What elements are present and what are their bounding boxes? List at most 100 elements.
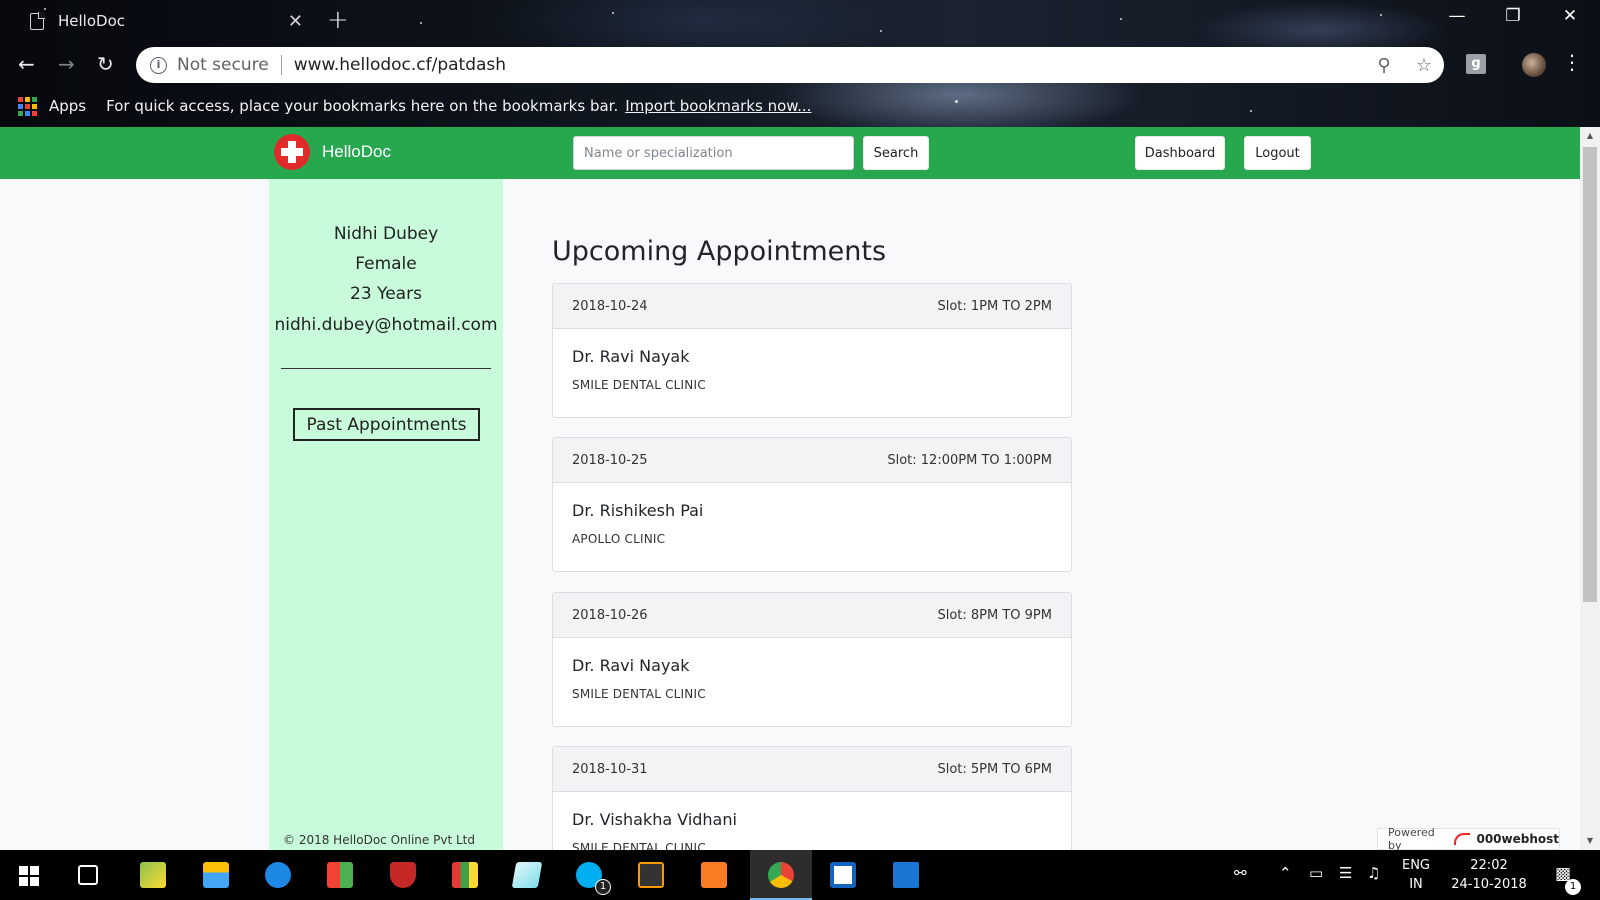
bookmarks-hint: For quick access, place your bookmarks h… [106,97,619,115]
apps-bookmark[interactable]: Apps [49,97,86,115]
wifi-icon[interactable]: ☰ [1339,864,1352,882]
tray-chevron-icon[interactable]: ⌃ [1279,864,1292,882]
powered-by-badge[interactable]: Powered by 000webhost [1377,826,1560,852]
appointment-slot: Slot: 8PM TO 9PM [937,607,1052,623]
appointment-date: 2018-10-25 [572,452,648,468]
notification-badge: 1 [1565,879,1581,895]
xampp-icon[interactable] [701,862,727,888]
back-icon[interactable]: ← [18,52,35,76]
sublime-text-icon[interactable] [638,862,664,888]
scroll-down-icon[interactable]: ▼ [1580,836,1600,845]
search-button[interactable]: Search [863,136,929,170]
brand-logo[interactable]: HelloDoc [274,134,391,170]
apps-icon[interactable] [18,96,37,116]
reload-icon[interactable]: ↻ [97,52,114,76]
bookmark-star-icon[interactable]: ☆ [1404,55,1444,76]
chrome-icon[interactable] [768,862,794,888]
store-icon[interactable] [327,862,353,888]
address-divider [280,55,282,75]
vscode-icon[interactable] [893,862,919,888]
close-tab-icon[interactable]: ✕ [288,11,303,32]
logout-button[interactable]: Logout [1244,136,1311,170]
appointment-date: 2018-10-26 [572,607,648,623]
file-explorer-icon[interactable] [203,862,229,888]
appointment-slot: Slot: 1PM TO 2PM [937,298,1052,314]
photos-app-icon[interactable] [140,862,166,888]
info-icon[interactable]: i [150,56,167,74]
zoom-icon[interactable]: ⚲ [1364,55,1404,76]
people-icon[interactable]: ⚯ [1234,864,1247,882]
browser-tab[interactable]: HelloDoc ✕ [12,3,307,39]
mcafee-icon[interactable] [390,862,416,888]
appointment-card: 2018-10-25 Slot: 12:00PM TO 1:00PM Dr. R… [552,437,1072,572]
search-input[interactable] [573,136,854,170]
browser-chrome: HelloDoc ✕ + — ❐ ✕ ← → ↻ i Not secure ww… [0,0,1600,127]
extension-icon[interactable]: g [1466,54,1486,74]
page-title: Upcoming Appointments [552,236,887,267]
teamviewer-icon[interactable] [265,862,291,888]
not-secure-label: Not secure [177,55,269,75]
appointment-header: 2018-10-31 Slot: 5PM TO 6PM [553,747,1071,792]
medical-cross-icon [274,134,310,170]
address-bar[interactable]: i Not secure www.hellodoc.cf/patdash ⚲ ☆ [136,47,1444,83]
sandbox-app-icon[interactable] [830,862,856,888]
start-windows-icon[interactable] [19,866,39,886]
clock-date: 24-10-2018 [1451,877,1527,892]
close-window-icon[interactable]: ✕ [1547,6,1593,26]
clinic-name: SMILE DENTAL CLINIC [572,841,706,850]
profile-sidebar: Nidhi Dubey Female 23 Years nidhi.dubey@… [269,179,503,850]
appointment-card: 2018-10-26 Slot: 8PM TO 9PM Dr. Ravi Nay… [552,592,1072,727]
bg-star [612,12,614,14]
patient-gender: Female [355,254,417,274]
new-tab-button[interactable]: + [327,5,349,35]
volume-icon[interactable]: ♫ [1367,864,1380,882]
skype-badge: 1 [595,879,611,895]
bg-star [955,100,958,103]
winrar-icon[interactable] [452,862,478,888]
appointment-body: Dr. Ravi Nayak SMILE DENTAL CLINIC [553,329,1071,410]
forward-icon[interactable]: → [58,52,75,76]
import-bookmarks-link[interactable]: Import bookmarks now... [625,97,811,115]
restore-icon[interactable]: ❐ [1490,6,1536,26]
past-appointments-button[interactable]: Past Appointments [293,408,480,441]
clock-time: 22:02 [1470,858,1508,873]
bg-star [1250,110,1252,112]
language-indicator[interactable]: ENG IN [1398,856,1434,894]
notes-app-icon[interactable] [511,862,543,888]
doctor-name: Dr. Rishikesh Pai [572,501,704,520]
appointment-header: 2018-10-24 Slot: 1PM TO 2PM [553,284,1071,329]
system-clock[interactable]: 22:02 24-10-2018 [1444,856,1534,894]
appointment-date: 2018-10-31 [572,761,648,777]
bg-star [420,22,422,24]
page-scrollbar[interactable]: ▲ ▼ [1580,127,1600,850]
appointment-header: 2018-10-25 Slot: 12:00PM TO 1:00PM [553,438,1071,483]
appointment-card: 2018-10-24 Slot: 1PM TO 2PM Dr. Ravi Nay… [552,283,1072,418]
doctor-name: Dr. Vishakha Vidhani [572,810,737,829]
appointment-card: 2018-10-31 Slot: 5PM TO 6PM Dr. Vishakha… [552,746,1072,850]
dashboard-button[interactable]: Dashboard [1135,136,1225,170]
menu-icon[interactable]: ⋮ [1562,50,1582,74]
task-view-icon[interactable] [78,865,98,885]
brand-name: HelloDoc [322,142,391,161]
clinic-name: SMILE DENTAL CLINIC [572,378,706,392]
bookmarks-bar: Apps For quick access, place your bookma… [18,95,811,117]
scroll-up-icon[interactable]: ▲ [1580,131,1600,140]
profile-avatar[interactable] [1522,53,1546,77]
scroll-thumb[interactable] [1583,147,1597,602]
clinic-name: APOLLO CLINIC [572,532,666,546]
bg-star [1380,14,1382,16]
host-name: 000webhost [1476,832,1559,846]
powered-by-label: Powered by [1388,826,1435,852]
page-favicon-icon [30,11,45,30]
battery-icon[interactable]: ▭ [1309,864,1323,882]
url-text[interactable]: www.hellodoc.cf/patdash [294,55,1364,75]
doctor-name: Dr. Ravi Nayak [572,347,690,366]
webhost-logo-icon [1453,833,1471,845]
bg-star [880,30,882,32]
doctor-name: Dr. Ravi Nayak [572,656,690,675]
minimize-icon[interactable]: — [1434,6,1480,26]
appointment-slot: Slot: 12:00PM TO 1:00PM [887,452,1052,468]
copyright-text: © 2018 HelloDoc Online Pvt Ltd [283,833,475,847]
patient-name: Nidhi Dubey [333,224,439,244]
appointment-body: Dr. Ravi Nayak SMILE DENTAL CLINIC [553,638,1071,719]
